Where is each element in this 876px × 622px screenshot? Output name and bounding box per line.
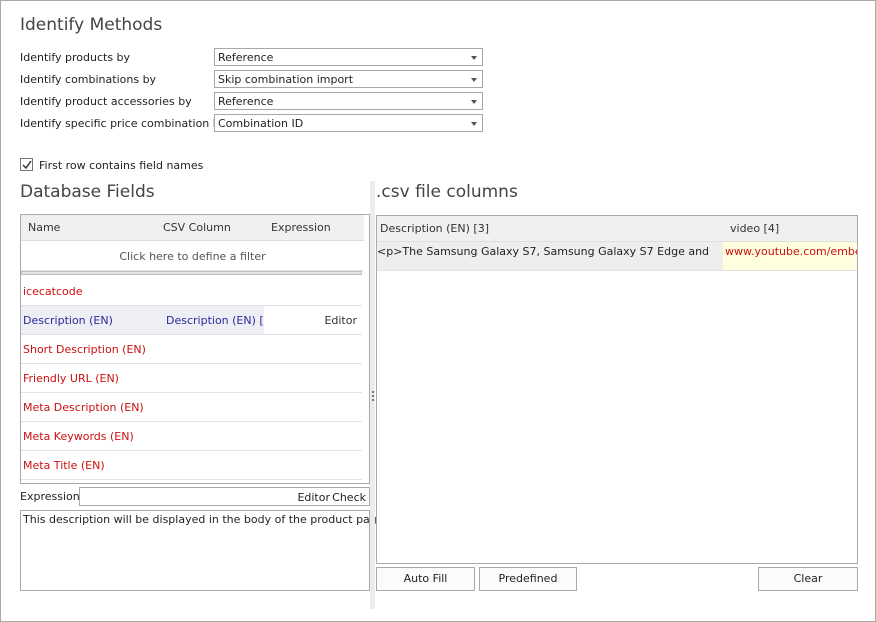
column-header-csv-column[interactable]: CSV Column: [163, 221, 231, 234]
identify-products-label: Identify products by: [20, 51, 131, 64]
field-row-friendly-url[interactable]: Friendly URL (EN): [21, 364, 362, 393]
csv-grid-header: Description (EN) [3] video [4]: [377, 216, 857, 242]
field-description-box: This description will be displayed in th…: [20, 510, 384, 591]
chevron-down-icon: [471, 56, 477, 60]
field-name: Friendly URL (EN): [23, 372, 119, 385]
identify-accessories-value: Reference: [218, 95, 274, 108]
field-row-meta-keywords[interactable]: Meta Keywords (EN): [21, 422, 362, 451]
grid-scroll-separator: [21, 271, 362, 275]
chevron-down-icon: [471, 122, 477, 126]
filter-row[interactable]: Click here to define a filter: [21, 241, 364, 271]
first-row-checkbox[interactable]: [20, 158, 33, 171]
expression-check-button[interactable]: Check: [332, 491, 366, 504]
chevron-down-icon: [471, 100, 477, 104]
csv-cell-description[interactable]: <p>The Samsung Galaxy S7, Samsung Galaxy…: [377, 242, 723, 270]
csv-columns-title: .csv file columns: [376, 182, 518, 202]
identify-accessories-select[interactable]: Reference: [214, 92, 483, 110]
expression-label: Expression: [20, 490, 80, 503]
field-description-text: This description will be displayed in th…: [23, 513, 384, 526]
column-header-name[interactable]: Name: [28, 221, 60, 234]
identify-accessories-label: Identify product accessories by: [20, 95, 192, 108]
csv-column-header-description[interactable]: Description (EN) [3]: [380, 222, 489, 235]
csv-data-row[interactable]: <p>The Samsung Galaxy S7, Samsung Galaxy…: [377, 242, 857, 271]
identify-products-value: Reference: [218, 51, 274, 64]
splitter-grip: [372, 395, 374, 397]
field-row-meta-title[interactable]: Meta Title (EN): [21, 451, 362, 480]
identify-combinations-value: Skip combination import: [218, 73, 354, 86]
grid-header: Name CSV Column Expression: [21, 215, 364, 241]
csv-cell-video[interactable]: www.youtube.com/embed: [723, 242, 857, 270]
column-header-expression[interactable]: Expression: [271, 221, 331, 234]
csv-column-header-video[interactable]: video [4]: [730, 222, 779, 235]
predefined-button[interactable]: Predefined: [479, 567, 577, 591]
identify-combinations-label: Identify combinations by: [20, 73, 157, 86]
field-name: Description (EN): [23, 314, 113, 327]
chevron-down-icon: [471, 78, 477, 82]
window: Identify Methods Identify products by Re…: [0, 0, 876, 622]
field-name: icecatcode: [23, 285, 83, 298]
checkmark-icon: [22, 160, 32, 170]
field-name: Meta Keywords (EN): [23, 430, 134, 443]
field-name: Short Description (EN): [23, 343, 146, 356]
field-row-description[interactable]: Description (EN) Description (EN) [3] Ed…: [21, 306, 362, 335]
identify-price-combination-value: Combination ID: [218, 117, 304, 130]
first-row-label: First row contains field names: [39, 159, 204, 172]
csv-columns-grid: Description (EN) [3] video [4] <p>The Sa…: [376, 215, 858, 564]
database-fields-title: Database Fields: [20, 182, 155, 202]
csv-cell-description-text: <p>The Samsung Galaxy S7, Samsung Galaxy…: [377, 245, 710, 258]
field-expression-cell[interactable]: Editor: [264, 306, 362, 334]
field-row-meta-description[interactable]: Meta Description (EN): [21, 393, 362, 422]
field-expression-editor[interactable]: Editor: [324, 314, 357, 327]
field-name: Meta Title (EN): [23, 459, 105, 472]
splitter-grip: [372, 399, 374, 401]
clear-button[interactable]: Clear: [758, 567, 858, 591]
splitter-grip: [372, 391, 374, 393]
field-name: Meta Description (EN): [23, 401, 144, 414]
identify-price-combination-select[interactable]: Combination ID: [214, 114, 483, 132]
field-csv-column: Description (EN) [3]: [166, 314, 275, 327]
identify-methods-title: Identify Methods: [20, 15, 163, 35]
expression-editor-button[interactable]: Editor: [297, 491, 330, 504]
identify-price-combination-label: Identify specific price combination by: [20, 117, 227, 130]
identify-combinations-select[interactable]: Skip combination import: [214, 70, 483, 88]
database-fields-grid: Name CSV Column Expression Click here to…: [20, 214, 370, 484]
field-row-short-description[interactable]: Short Description (EN): [21, 335, 362, 364]
filter-row-text: Click here to define a filter: [119, 250, 266, 263]
csv-cell-video-text: www.youtube.com/embed: [725, 245, 857, 258]
auto-fill-button[interactable]: Auto Fill: [376, 567, 475, 591]
field-row-icecatcode[interactable]: icecatcode: [21, 277, 362, 306]
identify-products-select[interactable]: Reference: [214, 48, 483, 66]
expression-input[interactable]: Editor Check: [79, 487, 370, 506]
